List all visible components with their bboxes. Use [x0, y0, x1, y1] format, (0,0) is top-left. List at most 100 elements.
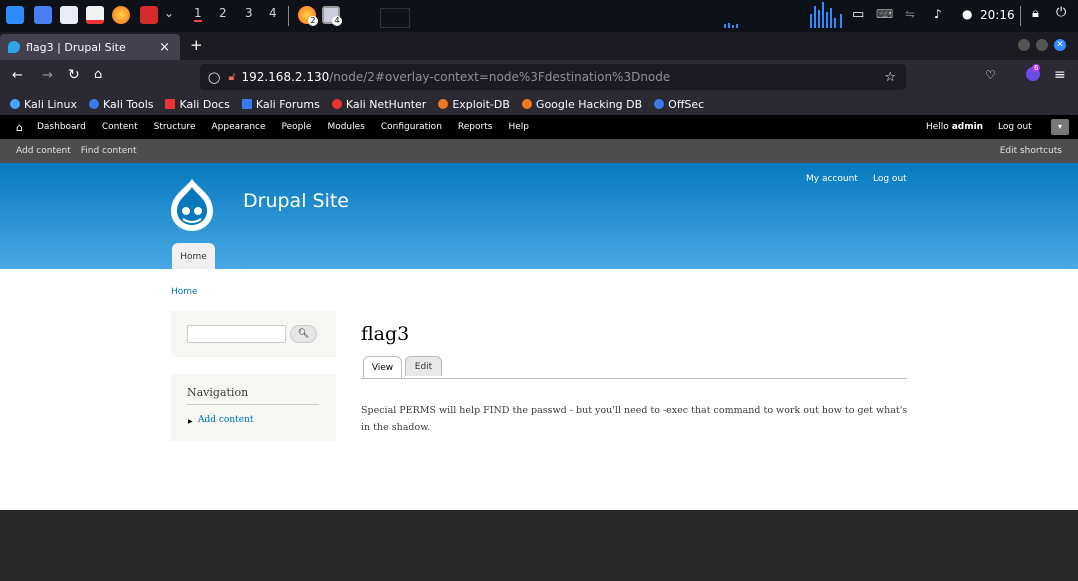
back-arrow-icon[interactable]: ←: [12, 68, 23, 83]
close-window-icon[interactable]: ✕: [1054, 39, 1066, 51]
menu-icon[interactable]: ≡: [1054, 67, 1066, 83]
my-account-link[interactable]: My account: [806, 174, 858, 184]
bookmark-star-icon[interactable]: ☆: [884, 70, 896, 85]
workspace-2[interactable]: 2: [219, 6, 227, 20]
home-icon[interactable]: ⌂: [16, 121, 23, 134]
tab-flag3[interactable]: flag3 | Drupal Site ×: [0, 34, 180, 60]
bookmark-label: Kali NetHunter: [345, 97, 427, 111]
drupal-logo[interactable]: [169, 177, 215, 233]
browser-tab-strip: flag3 | Drupal Site × + ✕: [0, 32, 1078, 60]
bookmark-google-hacking-db[interactable]: Google Hacking DB: [521, 98, 642, 111]
tab-view[interactable]: View: [363, 356, 402, 378]
forward-arrow-icon[interactable]: →: [42, 68, 53, 83]
page-title: flag3: [361, 323, 410, 345]
workspace-3[interactable]: 3: [245, 6, 253, 20]
hello-user: Hello admin: [926, 122, 983, 132]
window-badge: 4: [332, 16, 342, 26]
bookmark-kali-docs[interactable]: Kali Docs: [165, 98, 230, 111]
workspace-4[interactable]: 4: [269, 6, 277, 20]
bookmark-kali-nethunter[interactable]: Kali NetHunter: [331, 97, 427, 111]
username[interactable]: admin: [952, 122, 983, 132]
url-path: /node/2#overlay-context=node%3Fdestinati…: [329, 70, 671, 84]
lock-icon[interactable]: 🔒︎: [1032, 6, 1039, 21]
bookmark-label: OffSec: [668, 97, 705, 111]
system-taskbar: ⌄ 1 2 3 4 2 4 ▭ ⌨ ⇋ ♪ ● 20:16 🔒︎ ⏻: [0, 0, 1078, 32]
terminal-icon[interactable]: [34, 6, 52, 24]
minimize-icon[interactable]: [1018, 39, 1030, 51]
shortcut-add-content[interactable]: Add content: [16, 146, 71, 156]
search-button[interactable]: 🔍︎: [290, 325, 317, 343]
kali-menu-icon[interactable]: [6, 6, 24, 24]
bookmark-exploit-db[interactable]: Exploit-DB: [438, 98, 510, 111]
tab-view-label: View: [371, 363, 394, 373]
shield-icon[interactable]: ◯: [208, 71, 220, 84]
bookmark-label: Kali Tools: [103, 97, 154, 111]
workspace-1[interactable]: 1: [194, 6, 202, 22]
toolbar-help[interactable]: Help: [508, 122, 529, 132]
nav-add-content[interactable]: Add content: [198, 415, 254, 425]
pocket-icon[interactable]: ♡: [985, 68, 996, 82]
toolbar-appearance[interactable]: Appearance: [211, 122, 265, 132]
lock-insecure-icon[interactable]: 🔓︎: [228, 70, 235, 84]
text-editor-icon[interactable]: [86, 6, 104, 24]
header-logout-link[interactable]: Log out: [873, 174, 907, 184]
main-content-area: Home 🔍︎ Navigation ▶ Add content flag3 V…: [0, 269, 1078, 510]
bookmark-kali-tools[interactable]: Kali Tools: [89, 98, 153, 111]
search-input[interactable]: [187, 325, 286, 343]
site-name[interactable]: Drupal Site: [243, 190, 349, 212]
navigation-block: Navigation ▶ Add content: [171, 374, 336, 441]
home-icon[interactable]: ⌂: [94, 67, 102, 82]
tab-close-icon[interactable]: ×: [159, 40, 170, 55]
dropdown-chevron-icon[interactable]: ⌄: [164, 6, 174, 20]
window-icon[interactable]: ▭: [852, 7, 864, 22]
toolbar-structure[interactable]: Structure: [154, 122, 196, 132]
toolbar-reports[interactable]: Reports: [458, 122, 493, 132]
triangle-icon: ▶: [188, 418, 193, 425]
nethunter-icon: [331, 99, 342, 109]
power-icon[interactable]: ⏻: [1056, 5, 1066, 20]
bookmark-kali-linux[interactable]: Kali Linux: [10, 98, 77, 111]
tab-title: flag3 | Drupal Site: [26, 40, 126, 54]
shortcut-find-content[interactable]: Find content: [81, 146, 137, 156]
toolbar-people[interactable]: People: [282, 122, 312, 132]
keyboard-icon[interactable]: ⌨: [876, 7, 893, 21]
firefox-icon[interactable]: [112, 6, 130, 24]
toolbar-modules[interactable]: Modules: [327, 122, 364, 132]
navigation-title: Navigation: [187, 386, 249, 399]
tab-edit[interactable]: Edit: [405, 356, 442, 376]
toolbar-dashboard[interactable]: Dashboard: [37, 122, 86, 132]
new-tab-button[interactable]: +: [190, 36, 203, 54]
site-header: Drupal Site My account Log out Home: [0, 163, 1078, 269]
hello-text: Hello: [926, 122, 952, 132]
drupal-favicon-icon: [8, 41, 20, 53]
separator: [288, 6, 289, 26]
toolbar-logout[interactable]: Log out: [998, 122, 1032, 132]
tab-home[interactable]: Home: [172, 243, 215, 269]
shortcuts-toggle[interactable]: ▾: [1051, 119, 1069, 135]
bookmarks-bar: Kali Linux Kali Tools Kali Docs Kali For…: [0, 93, 1078, 115]
clock[interactable]: 20:16: [980, 8, 1015, 22]
tab-underline: [361, 378, 907, 379]
navigation-toolbar: ← → ↻ ⌂ ◯ 🔓︎ 192.168.2.130 /node/2#overl…: [0, 60, 1078, 93]
url-bar[interactable]: ◯ 🔓︎ 192.168.2.130 /node/2#overlay-conte…: [200, 64, 906, 90]
file-manager-icon[interactable]: [60, 6, 78, 24]
bookmark-kali-forums[interactable]: Kali Forums: [241, 98, 320, 111]
bookmark-label: Exploit-DB: [452, 97, 510, 111]
clock-icon: ●: [962, 7, 973, 21]
cpu-graph: [720, 0, 850, 32]
divider: [187, 404, 319, 405]
toolbar-configuration[interactable]: Configuration: [381, 122, 442, 132]
maximize-icon[interactable]: [1036, 39, 1048, 51]
window-button[interactable]: [380, 8, 410, 28]
ghdb-icon: [521, 99, 532, 109]
kali-tools-icon: [89, 99, 100, 109]
edit-shortcuts[interactable]: Edit shortcuts: [1000, 146, 1062, 156]
reload-icon[interactable]: ↻: [68, 67, 80, 83]
app-icon[interactable]: [140, 6, 158, 24]
breadcrumb[interactable]: Home: [171, 287, 198, 297]
toolbar-content[interactable]: Content: [102, 122, 138, 132]
notification-bell-icon[interactable]: ♪: [934, 7, 942, 21]
bookmark-offsec[interactable]: OffSec: [654, 98, 704, 111]
network-off-icon[interactable]: ⇋: [905, 7, 915, 21]
node-body: Special PERMS will help FIND the passwd …: [361, 405, 908, 433]
